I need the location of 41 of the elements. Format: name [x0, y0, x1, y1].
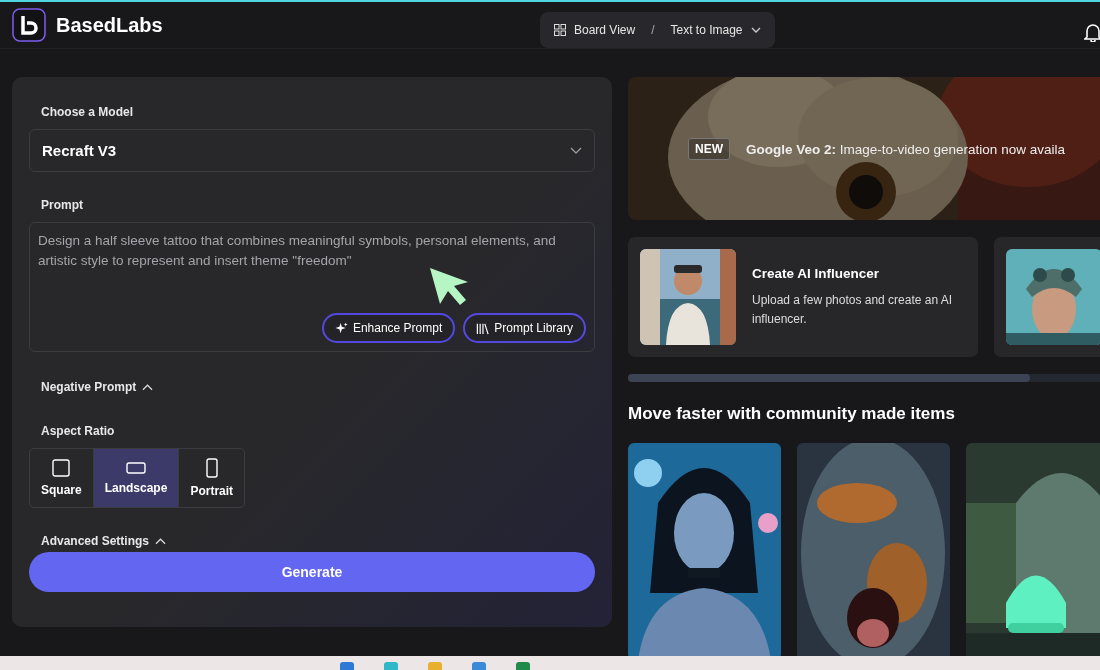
- app-icon[interactable]: [428, 662, 442, 670]
- field-label: Aspect Ratio: [40, 424, 116, 438]
- breadcrumb-link[interactable]: Board View: [574, 23, 636, 37]
- announcement-banner[interactable]: NEW Google Veo 2: Image-to-video generation now availa: [628, 77, 1100, 220]
- aspect-ratio-option[interactable]: Landscape: [93, 449, 180, 507]
- card-description: Upload a few photos and create an AI influencer.: [752, 291, 954, 328]
- brand-name: BasedLabs: [56, 13, 163, 37]
- chevron-down-icon: [570, 147, 582, 154]
- negative-prompt-toggle[interactable]: Negative Prompt: [29, 380, 154, 394]
- field-label: Prompt: [40, 198, 84, 212]
- breadcrumb-separator: /: [651, 23, 655, 37]
- model-dropdown[interactable]: Recraft V3: [29, 129, 595, 172]
- sparkle-icon: [334, 321, 348, 335]
- generate-button[interactable]: Generate: [29, 552, 595, 592]
- app-icon[interactable]: [340, 662, 354, 670]
- prompt-library-button[interactable]: Prompt Library: [463, 313, 586, 343]
- library-icon: [476, 321, 490, 335]
- square-icon: [52, 459, 71, 477]
- enhance-prompt-button[interactable]: Enhance Prompt: [321, 313, 456, 343]
- bell-icon[interactable]: [1084, 22, 1100, 42]
- prompt-field[interactable]: Design a half sleeve tattoo that combines meaningful symbols, personal elements, and artistic style to represent and insert theme "freedom": [38, 231, 586, 271]
- announcement-text: Google Veo 2: Image-to-video generation now availa: [746, 141, 1065, 157]
- portrait-icon: [204, 458, 219, 478]
- app-icon[interactable]: [384, 662, 398, 670]
- card-title: Create AI Influencer: [752, 265, 881, 281]
- app-icon[interactable]: [472, 662, 486, 670]
- advanced-settings-toggle[interactable]: Advanced Settings: [29, 534, 167, 548]
- feature-card[interactable]: Create AI Influencer Upload a few photos and create an AI influencer.: [628, 237, 978, 357]
- landscape-icon: [126, 461, 147, 475]
- aspect-ratio-option[interactable]: Square: [30, 449, 94, 507]
- aspect-ratio-option[interactable]: Portrait: [179, 449, 245, 507]
- breadcrumb-link[interactable]: Text to Image: [670, 23, 743, 37]
- section-heading: Move faster with community made items: [628, 404, 956, 424]
- grid-icon: [554, 24, 566, 36]
- logo-icon[interactable]: [12, 8, 46, 42]
- field-label: Choose a Model: [40, 105, 134, 119]
- chevron-down-icon: [750, 27, 761, 33]
- chevron-up-icon: [155, 537, 167, 545]
- new-badge: NEW: [688, 138, 730, 160]
- chevron-up-icon: [142, 383, 154, 391]
- app-icon[interactable]: [516, 662, 530, 670]
